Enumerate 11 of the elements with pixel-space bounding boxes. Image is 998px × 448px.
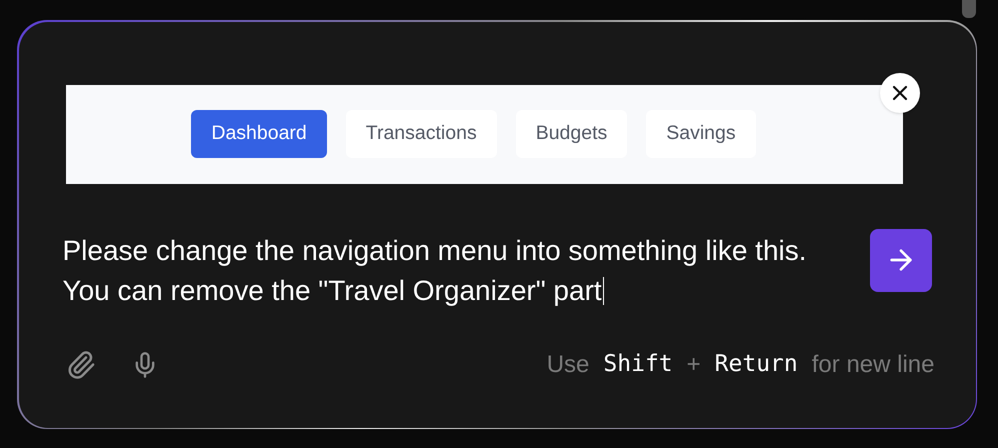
attach-button[interactable] [66,350,96,380]
message-field[interactable]: Please change the navigation menu into something like this. You can remove the "Travel Organizer" part [62,228,870,310]
keyboard-key: Return [714,347,798,382]
keyboard-key: Shift [603,347,673,382]
close-button[interactable] [880,72,920,112]
hint-text: for new line [812,350,934,380]
scrollbar-thumb[interactable] [962,0,976,18]
hint-text: Use [546,350,590,380]
hint-text: + [686,350,701,380]
paperclip-icon [66,350,96,380]
send-button[interactable] [870,228,932,292]
